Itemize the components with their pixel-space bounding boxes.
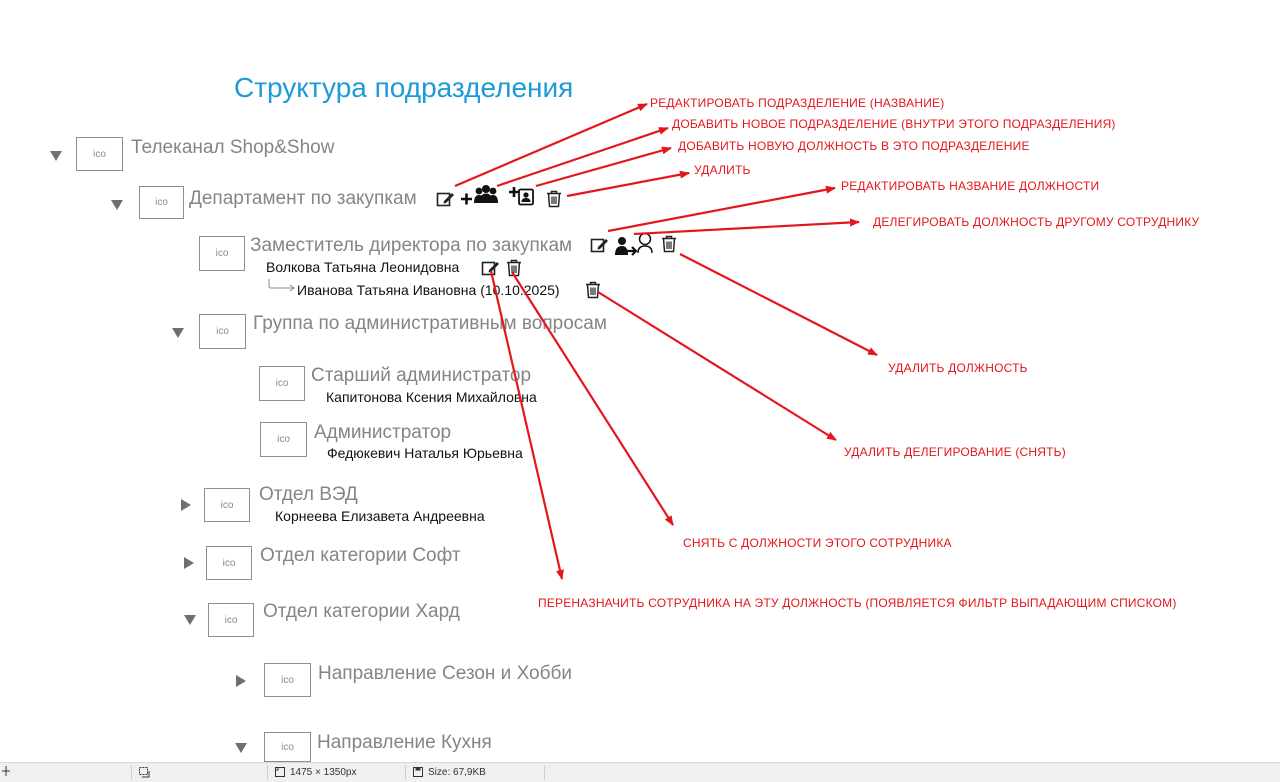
node-label-ved[interactable]: Отдел ВЭД [259,484,358,506]
edit-icon [481,261,499,276]
collapse-toggle-hard[interactable] [184,615,196,625]
selection-icon [138,766,150,778]
edit-icon [436,192,454,207]
expand-toggle-ved[interactable] [181,499,191,511]
trash-icon [586,281,600,299]
edit-position-button[interactable] [589,235,609,255]
annotation-remove-employee: СНЯТЬ С ДОЛЖНОСТИ ЭТОГО СОТРУДНИКА [683,536,952,550]
delete-delegation-button[interactable] [583,280,603,300]
annotation-delete-position: УДАЛИТЬ ДОЛЖНОСТЬ [888,361,1028,375]
position-label-deputy[interactable]: Заместитель директора по закупкам [250,235,572,257]
node-icon-soft: ico [206,546,252,580]
arrow-delete-position [679,253,878,356]
position-label-admin[interactable]: Администратор [314,422,451,444]
arrow-edit-department [454,102,648,188]
position-label-senior-admin[interactable]: Старший администратор [311,365,531,387]
collapse-toggle-group[interactable] [172,328,184,338]
annotation-reassign-employee: ПЕРЕНАЗНАЧИТЬ СОТРУДНИКА НА ЭТУ ДОЛЖНОСТ… [538,596,1177,610]
employee-name-holder: Волкова Татьяна Леонидовна [266,259,460,275]
node-icon-ved: ico [204,488,250,522]
collapse-toggle-kitchen[interactable] [235,743,247,753]
arrow-edit-position [607,185,836,233]
add-position-button[interactable] [508,185,536,206]
page-title: Структура подразделения [234,72,574,103]
node-label-season[interactable]: Направление Сезон и Хобби [318,663,572,685]
edit-department-button[interactable] [435,189,455,209]
file-size-text: Size: 67,9KB [428,766,486,778]
annotation-edit-department: РЕДАКТИРОВАТЬ ПОДРАЗДЕЛЕНИЕ (НАЗВАНИЕ) [650,96,945,110]
node-label-root[interactable]: Телеканал Shop&Show [131,137,334,159]
edit-icon [590,238,608,253]
employee-name-admin: Федюкевич Наталья Юрьевна [327,445,523,461]
annotation-delete: УДАЛИТЬ [694,163,751,177]
employee-name-senior-admin: Капитонова Ксения Михайловна [326,389,537,405]
cursor-position-icon [2,766,10,776]
delete-department-button[interactable] [544,189,564,209]
annotation-add-subdivision: ДОБАВИТЬ НОВОЕ ПОДРАЗДЕЛЕНИЕ (ВНУТРИ ЭТО… [672,117,1116,131]
file-size: Size: 67,9KB [412,766,486,778]
node-label-hard[interactable]: Отдел категории Хард [263,601,460,623]
collapse-toggle-department[interactable] [111,200,123,210]
dimensions-text: 1475 × 1350px [290,766,357,778]
node-icon-department: ico [139,186,184,219]
collapse-toggle-root[interactable] [50,151,62,161]
node-icon-admin: ico [260,422,307,457]
annotation-delete-delegation: УДАЛИТЬ ДЕЛЕГИРОВАНИЕ (СНЯТЬ) [844,445,1066,459]
arrow-delete-delegation [597,291,837,441]
employee-name-delegate: Иванова Татьяна Ивановна (10.10.2025) [297,282,560,298]
annotation-add-position: ДОБАВИТЬ НОВУЮ ДОЛЖНОСТЬ В ЭТО ПОДРАЗДЕЛ… [678,139,1030,153]
delegation-connector-icon [268,279,295,292]
node-label-department[interactable]: Департамент по закупкам [189,188,417,210]
disk-icon [413,767,423,777]
delete-position-button[interactable] [659,234,679,254]
node-label-soft[interactable]: Отдел категории Софт [260,545,461,567]
add-subdivision-button[interactable] [460,185,498,206]
annotation-delegate-position: ДЕЛЕГИРОВАТЬ ДОЛЖНОСТЬ ДРУГОМУ СОТРУДНИК… [873,215,1200,229]
node-label-group[interactable]: Группа по административным вопросам [253,313,607,335]
status-bar: 1475 × 1350px Size: 67,9KB [0,762,1280,782]
arrow-add-position [535,146,672,188]
delegate-user-icon [615,232,653,256]
employee-name-ved: Корнеева Елизавета Андреевна [275,508,485,524]
node-label-kitchen[interactable]: Направление Кухня [317,732,492,754]
trash-icon [547,190,561,208]
arrow-add-subdivision [496,126,669,188]
arrow-delegate-position [633,218,860,236]
node-icon-hard: ico [208,603,254,637]
expand-toggle-season[interactable] [236,675,246,687]
arrow-delete-department [566,170,690,198]
node-icon-group: ico [199,314,246,349]
remove-employee-button[interactable] [504,258,524,278]
trash-icon [507,259,521,277]
expand-toggle-soft[interactable] [184,557,194,569]
node-icon-senior-admin: ico [259,366,305,401]
node-icon-deputy: ico [199,236,245,271]
annotation-edit-position: РЕДАКТИРОВАТЬ НАЗВАНИЕ ДОЛЖНОСТИ [841,179,1100,193]
image-dimensions: 1475 × 1350px [274,766,356,778]
node-icon-root: ico [76,137,123,171]
reassign-employee-button[interactable] [480,258,500,278]
trash-icon [662,235,676,253]
node-icon-kitchen: ico [264,732,311,762]
add-contact-icon [509,187,534,206]
delegate-position-button[interactable] [614,231,654,259]
add-users-icon [461,185,498,205]
node-icon-season: ico [264,663,311,697]
dimensions-icon [275,767,285,777]
